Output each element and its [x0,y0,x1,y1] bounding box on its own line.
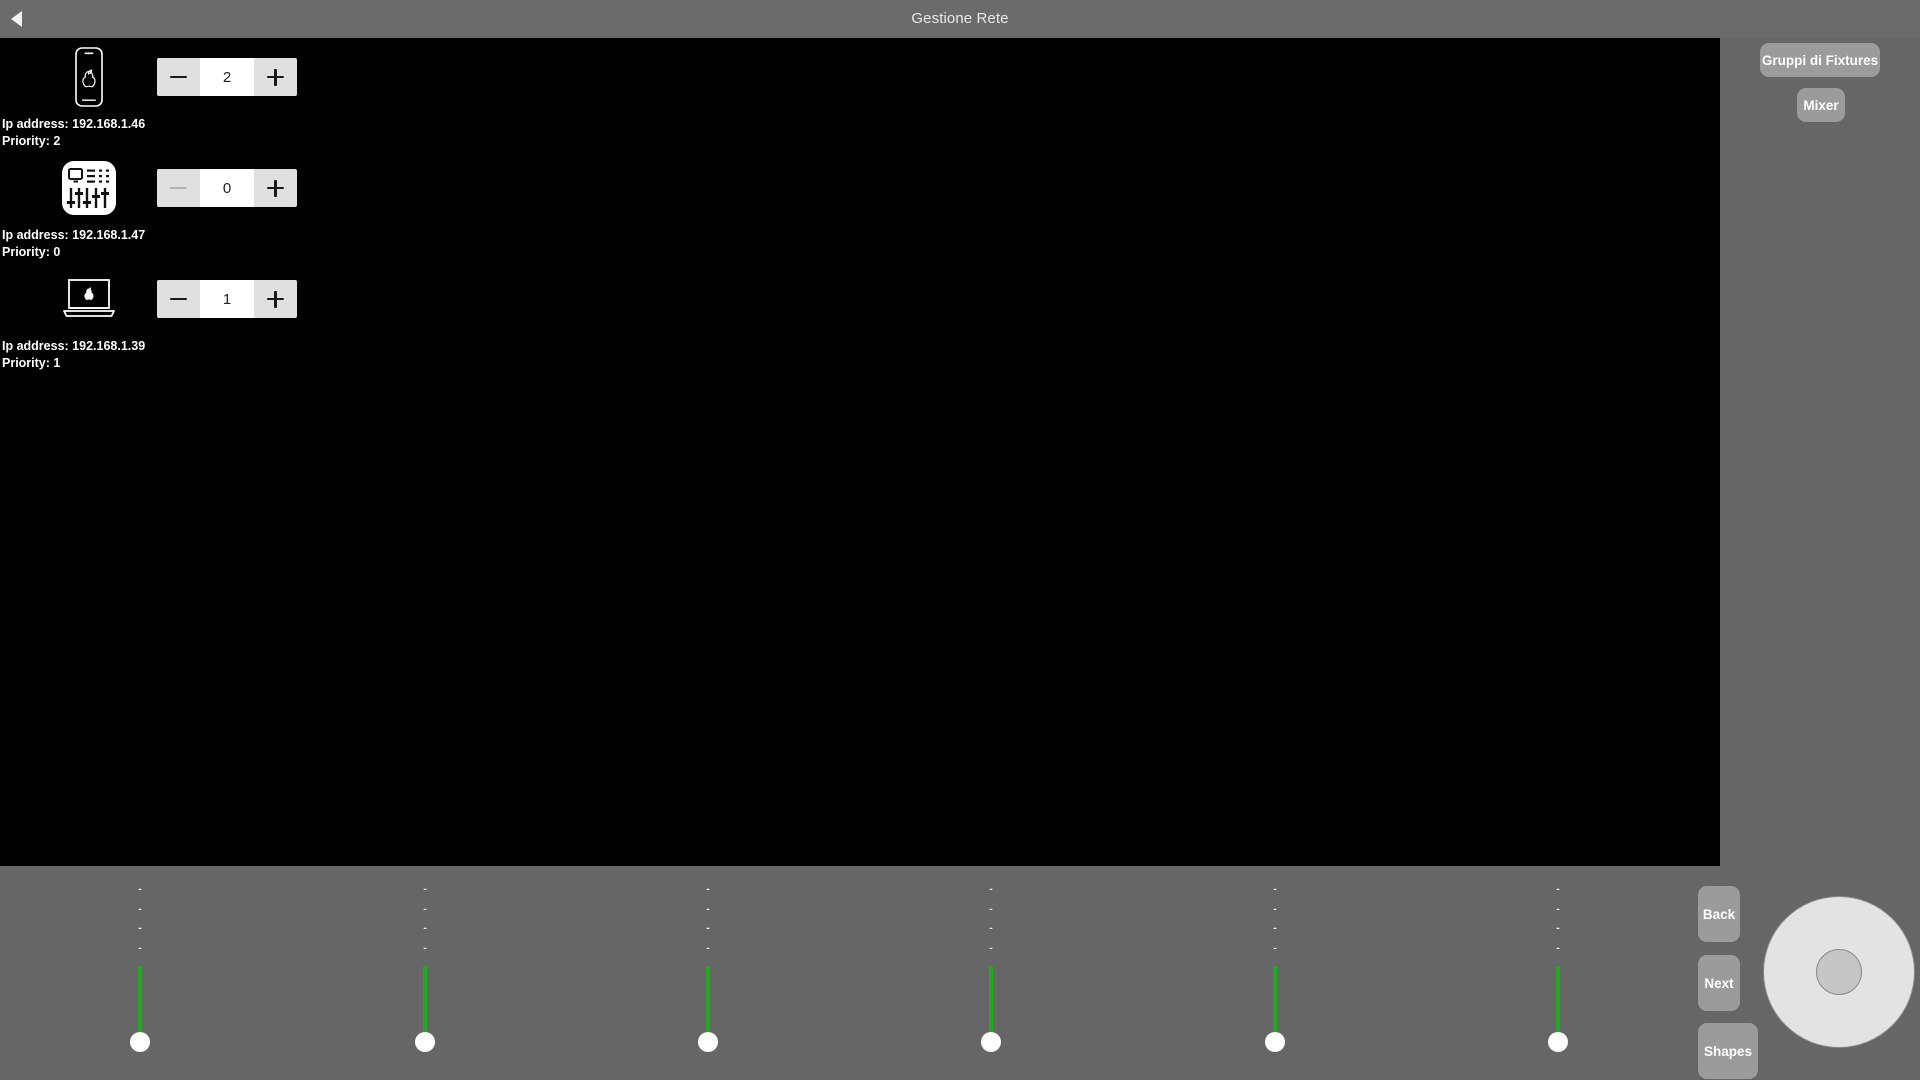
fader-knob[interactable] [415,1032,435,1052]
jog-wheel-icon[interactable] [1763,896,1915,1048]
fader-labels: - - - - [1215,880,1335,958]
fader-label: - [1556,942,1560,954]
fader-label: - [1273,903,1277,915]
fader-label: - [706,942,710,954]
fader-label: - [989,903,993,915]
fader-knob[interactable] [130,1032,150,1052]
network-device-item: 2 Ip address: 192.168.1.46 Priority: 2 [0,38,340,149]
fader: - - - - [1498,866,1618,1080]
fader-labels: - - - - [1498,880,1618,958]
network-device-list: 2 Ip address: 192.168.1.46 Priority: 2 0 Ip … [0,38,340,371]
fader-label: - [423,942,427,954]
fader: - - - - [1215,866,1335,1080]
fader-knob[interactable] [698,1032,718,1052]
device-priority-label: Priority: 2 [2,133,61,148]
jog-wheel-center[interactable] [1816,949,1862,995]
plus-icon [267,179,284,197]
fader-label: - [1556,903,1560,915]
fader-label: - [989,884,993,895]
priority-stepper: 1 [157,280,297,318]
fader-knob[interactable] [981,1032,1001,1052]
network-device-item: 0 Ip address: 192.168.1.47 Priority: 0 [0,149,340,260]
fader-labels: - - - - [80,880,200,958]
app-root: Gestione Rete 2 Ip address: 192.168.1.46 P… [0,0,1920,1080]
iphone-icon [56,44,122,110]
fader-knob[interactable] [1265,1032,1285,1052]
fader-label: - [1556,884,1560,895]
device-meta: Ip address: 192.168.1.47 Priority: 0 [0,227,340,260]
fader-label: - [706,923,710,934]
plus-icon [267,290,284,308]
device-meta: Ip address: 192.168.1.39 Priority: 1 [0,338,340,371]
fader-label: - [989,942,993,954]
plus-icon [267,68,284,86]
minus-icon [170,69,187,86]
mixer-button[interactable]: Mixer [1797,88,1845,122]
device-ip-address: Ip address: 192.168.1.46 [2,117,146,131]
device-row: 2 [0,38,340,116]
priority-stepper: 0 [157,169,297,207]
fader-label: - [138,903,142,915]
device-priority-label: Priority: 1 [2,355,61,370]
priority-stepper: 2 [157,58,297,96]
fader-label: - [706,903,710,915]
priority-increment-button[interactable] [254,280,297,318]
fader-label: - [423,903,427,915]
fader: - - - - [648,866,768,1080]
fader-label: - [423,923,427,934]
fader-labels: - - - - [365,880,485,958]
priority-decrement-button[interactable] [157,280,200,318]
mixer-console-icon [56,155,122,221]
title-bar: Gestione Rete [0,0,1920,38]
priority-value[interactable]: 2 [200,58,254,96]
fader-knob[interactable] [1548,1032,1568,1052]
page-title: Gestione Rete [911,10,1009,27]
fader-labels: - - - - [931,880,1051,958]
fader-label: - [138,884,142,895]
network-device-item: 1 Ip address: 192.168.1.39 Priority: 1 [0,260,340,371]
fader-bank: - - - - - - - - - - - - - - - - - - - - - - - - [0,866,1720,1080]
priority-decrement-button[interactable] [157,58,200,96]
fader-label: - [706,884,710,895]
fader: - - - - [365,866,485,1080]
fader-label: - [989,923,993,934]
fader-label: - [1273,942,1277,954]
priority-decrement-button [157,169,200,207]
macbook-icon [56,266,122,332]
fader: - - - - [931,866,1051,1080]
fader: - - - - [80,866,200,1080]
priority-increment-button[interactable] [254,58,297,96]
fader-labels: - - - - [648,880,768,958]
priority-value[interactable]: 1 [200,280,254,318]
device-priority-label: Priority: 0 [2,244,61,259]
fixture-groups-button[interactable]: Gruppi di Fixtures [1760,43,1880,77]
minus-icon [170,291,187,308]
minus-icon [170,180,187,197]
priority-value[interactable]: 0 [200,169,254,207]
fader-label: - [423,884,427,895]
device-meta: Ip address: 192.168.1.46 Priority: 2 [0,116,340,149]
fader-label: - [138,942,142,954]
fader-label: - [138,923,142,934]
device-ip-address: Ip address: 192.168.1.39 [2,339,146,353]
device-row: 1 [0,260,340,338]
priority-increment-button[interactable] [254,169,297,207]
fader-label: - [1273,884,1277,895]
device-ip-address: Ip address: 192.168.1.47 [2,228,146,242]
fader-label: - [1273,923,1277,934]
fader-label: - [1556,923,1560,934]
device-row: 0 [0,149,340,227]
